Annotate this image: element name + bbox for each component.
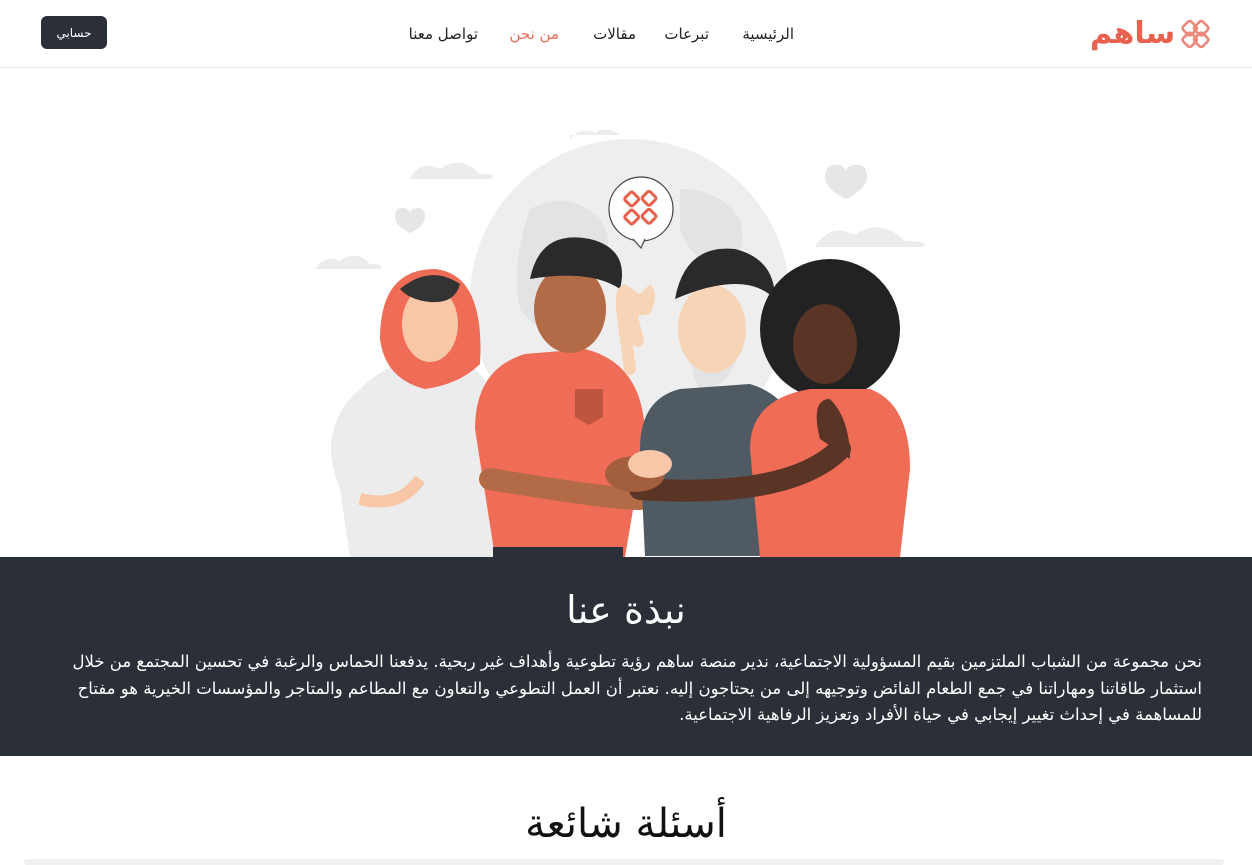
nav-home-link[interactable]: الرئيسية <box>742 0 794 68</box>
faq-title: أسئلة شائعة <box>525 801 727 847</box>
brand-logo[interactable]: ساهم <box>1090 14 1212 54</box>
brand-logo-icon <box>1181 19 1210 49</box>
hero-section <box>0 69 1252 557</box>
brand-name: ساهم <box>1090 16 1176 51</box>
about-section: نبذة عنا نحن مجموعة من الشباب الملتزمين … <box>0 557 1252 756</box>
nav-articles[interactable]: مقالات <box>593 0 636 68</box>
hero-illustration <box>315 129 925 557</box>
about-text: نحن مجموعة من الشباب الملتزمين بقيم المس… <box>72 652 1202 724</box>
nav-about[interactable]: من نحن <box>510 0 560 68</box>
nav-donations[interactable]: تبرعات <box>664 0 709 68</box>
nav-contact[interactable]: تواصل معنا <box>409 0 478 68</box>
navbar: ساهم الرئيسية الرئيسية تبرعات مقالات من … <box>0 0 1252 68</box>
faq-accordion-top[interactable] <box>24 859 1224 865</box>
account-button[interactable]: حسابي <box>41 16 107 49</box>
about-title: نبذة عنا <box>566 588 686 632</box>
